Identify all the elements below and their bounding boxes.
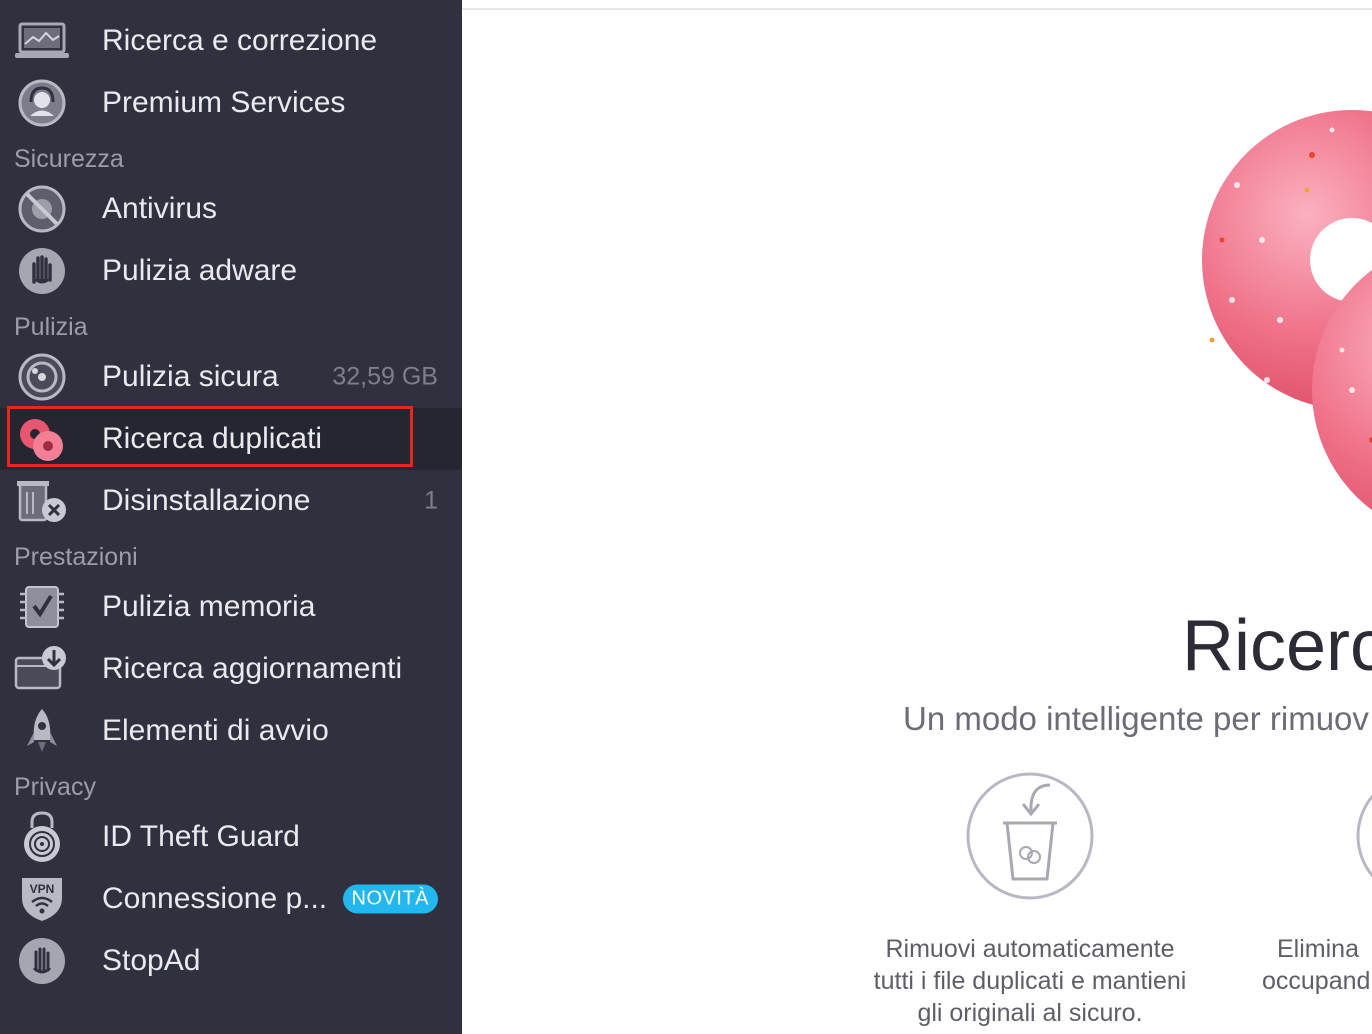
feature-two-icon (1356, 794, 1372, 878)
sidebar-item-pulizia-memoria[interactable]: Pulizia memoria (0, 576, 462, 638)
sidebar-item-stopad[interactable]: StopAd (0, 930, 462, 992)
disk-cleanup-icon (14, 353, 70, 401)
sidebar-item-label: Elementi di avvio (102, 714, 329, 747)
stop-hand-icon (14, 937, 70, 985)
main-content: Ricerca Un modo intelligente per rimuov … (462, 0, 1372, 1034)
page-subtitle: Un modo intelligente per rimuov (903, 700, 1369, 737)
section-header-privacy: Privacy (14, 773, 96, 801)
feature-line: occupand (1262, 967, 1371, 995)
feature-description: Elimina occupand (1262, 933, 1370, 997)
update-download-icon (14, 645, 70, 693)
memory-chip-icon (14, 583, 70, 631)
sidebar-item-label: Premium Services (102, 86, 346, 119)
sidebar-item-label: Pulizia sicura (102, 360, 279, 393)
sidebar-item-label: ID Theft Guard (102, 820, 300, 853)
sidebar-item-label: Ricerca e correzione (102, 24, 378, 57)
sidebar-item-disinstallazione[interactable]: Disinstallazione 1 (0, 470, 462, 532)
sidebar-item-label: Disinstallazione (102, 484, 311, 517)
sidebar-item-label: Antivirus (102, 192, 218, 225)
storage-size-value: 32,59 GB (332, 362, 438, 391)
trash-cup-arrow-icon (966, 772, 1094, 900)
feature-line: Elimina (1277, 935, 1359, 963)
sidebar: Ricerca e correzione Premium Services Si… (0, 0, 462, 1034)
sidebar-item-antivirus[interactable]: Antivirus (0, 178, 462, 240)
virus-blocked-icon (14, 185, 70, 233)
sidebar-item-label: Ricerca aggiornamenti (102, 652, 403, 685)
feature-line: gli originali al sicuro. (917, 999, 1143, 1027)
section-header-prestazioni: Prestazioni (14, 543, 138, 571)
sidebar-item-label: StopAd (102, 944, 201, 977)
sidebar-item-ricerca-aggiornamenti[interactable]: Ricerca aggiornamenti (0, 638, 462, 700)
svg-text:VPN: VPN (30, 882, 55, 896)
sidebar-item-ricerca-duplicati[interactable]: Ricerca duplicati (0, 408, 462, 470)
sidebar-item-connessione[interactable]: VPN Connessione p... NOVITÀ (0, 868, 462, 930)
page-title: Ricerca (1182, 606, 1372, 686)
sidebar-item-label: Ricerca duplicati (102, 422, 323, 455)
fingerprint-lock-icon (14, 811, 70, 862)
trash-uninstall-icon (14, 477, 70, 525)
uninstall-count: 1 (424, 486, 438, 515)
sidebar-item-label: Connessione p... (102, 882, 328, 915)
sidebar-item-label: Pulizia memoria (102, 590, 316, 623)
sidebar-item-pulizia-adware[interactable]: Pulizia adware (0, 240, 462, 302)
laptop-chart-icon (14, 17, 70, 65)
sidebar-item-pulizia-sicura[interactable]: Pulizia sicura 32,59 GB (0, 346, 462, 408)
section-header-sicurezza: Sicurezza (14, 145, 124, 173)
top-divider (462, 8, 1372, 10)
sidebar-item-id-theft-guard[interactable]: ID Theft Guard (0, 806, 462, 868)
feature-line: Rimuovi automaticamente (885, 935, 1175, 963)
hand-stop-icon (14, 247, 70, 295)
section-header-pulizia: Pulizia (14, 313, 88, 341)
feature-line: tutti i file duplicati e mantieni (873, 967, 1187, 995)
headset-support-icon (14, 79, 70, 127)
vpn-shield-icon: VPN (14, 875, 70, 923)
duplicate-donuts-illustration (1202, 110, 1372, 510)
rocket-icon (14, 707, 70, 755)
duplicate-donuts-icon (14, 415, 70, 463)
new-badge: NOVITÀ (342, 884, 438, 914)
sidebar-item-elementi-di-avvio[interactable]: Elementi di avvio (0, 700, 462, 762)
feature-description: Rimuovi automaticamente tutti i file dup… (854, 933, 1206, 1029)
sidebar-item-ricerca-e-correzione[interactable]: Ricerca e correzione (0, 10, 462, 72)
sidebar-item-premium-services[interactable]: Premium Services (0, 72, 462, 134)
sidebar-item-label: Pulizia adware (102, 254, 298, 287)
